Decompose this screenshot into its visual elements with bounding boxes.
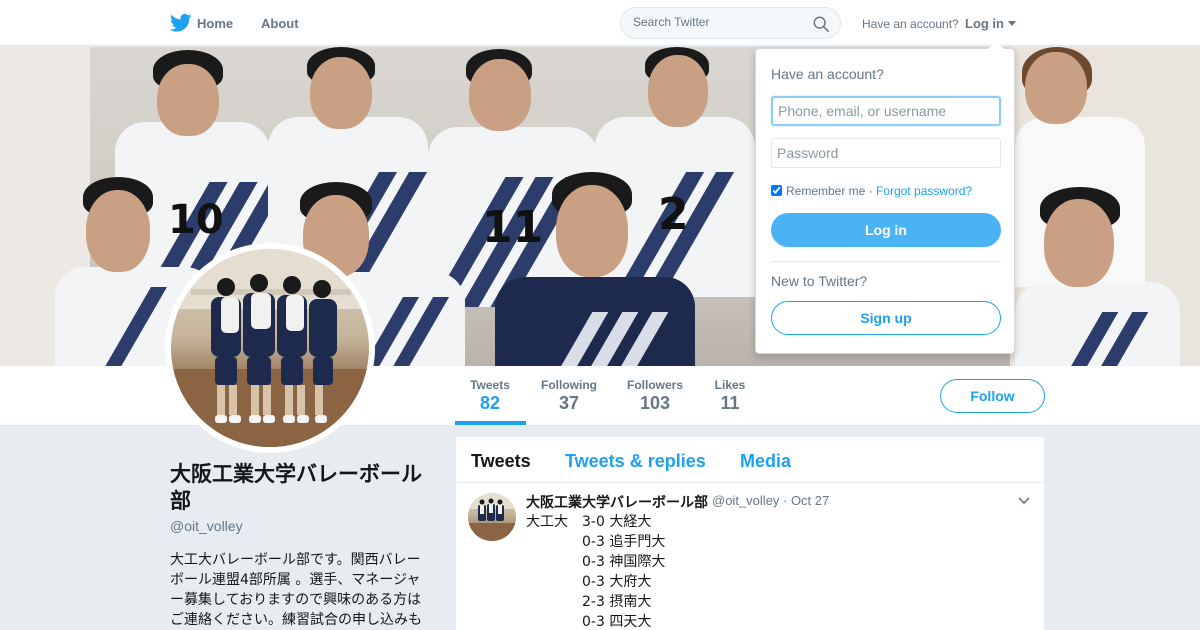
remember-me-label[interactable]: Remember me [786,184,865,198]
tweet-avatar-photo [468,493,516,541]
profile-avatar-frame [165,243,375,453]
tab-tweets-and-replies[interactable]: Tweets & replies [565,451,706,472]
new-to-twitter-text: New to Twitter? [771,273,868,289]
tweet-result: 0-3 追手門大 [582,534,666,550]
tweet-line: 0-3 追手門大 [526,532,665,552]
tweet[interactable]: 大阪工業大学バレーボール部 @oit_volley · Oct 27 大工大 3-… [456,484,1044,630]
tweet-avatar[interactable] [468,493,516,541]
search-icon[interactable] [812,15,830,33]
profile-avatar[interactable] [171,249,369,447]
stat-value: 82 [479,393,501,413]
tab-media[interactable]: Media [740,451,791,472]
search-input[interactable] [633,15,803,29]
caret-down-icon[interactable] [1008,21,1016,26]
stat-value: 103 [639,393,671,413]
follow-button[interactable]: Follow [940,379,1045,413]
tweet-line: 0-3 大府大 [526,572,665,592]
password-input[interactable] [771,138,1001,168]
stat-likes[interactable]: Likes 11 [706,378,754,414]
stat-tweets[interactable]: Tweets 82 [465,378,515,414]
active-tab-indicator [455,421,526,425]
stat-label: Likes [714,378,746,392]
tweet-result: 0-3 四天大 [582,614,652,630]
tweet-result: 0-3 神国際大 [582,554,666,570]
tweet-result: 3-0 大経大 [582,514,652,530]
forgot-password-link[interactable]: Forgot password? [876,184,972,198]
jersey-number: 2 [658,189,689,240]
tweet-line: 大工大 3-0 大経大 [526,512,665,532]
tweet-team: 大工大 [526,514,568,530]
tweet-line: 2-3 摂南大 [526,592,665,612]
jersey-number: 11 [482,202,544,253]
stat-value: 37 [558,393,580,413]
profile-name[interactable]: 大阪工業大学バレーボール部 [170,461,435,515]
username-input[interactable] [771,96,1001,126]
profile-handle[interactable]: @oit_volley [170,518,243,534]
login-link[interactable]: Log in [965,16,1004,31]
tweet-handle-date[interactable]: @oit_volley · Oct 27 [712,493,829,508]
dropdown-arrow [988,41,1004,49]
tweet-author-name[interactable]: 大阪工業大学バレーボール部 [526,492,708,512]
jersey-number: 10 [168,197,224,243]
stat-followers[interactable]: Followers 103 [622,378,688,414]
stat-value: 11 [720,393,740,413]
nav-about-link[interactable]: About [261,16,299,31]
have-account-text: Have an account? [862,17,959,31]
tweet-text: 大工大 3-0 大経大 0-3 追手門大 0-3 神国際大 0-3 大府大 2-3… [526,512,665,630]
twitter-bird-icon[interactable] [170,13,192,33]
nav-home-link[interactable]: Home [197,16,233,31]
separator-dot: · [865,184,877,198]
timeline-tabs: Tweets Tweets & replies Media [456,437,1044,483]
remember-me-checkbox[interactable] [771,185,782,196]
login-button[interactable]: Log in [771,213,1001,247]
stat-label: Tweets [470,378,510,392]
avatar-photo [171,249,369,447]
chevron-down-icon[interactable] [1018,497,1030,505]
divider [771,261,1001,262]
top-nav: Home About Have an account? Log in [0,0,1200,46]
tweet-line: 0-3 四天大 [526,612,665,630]
tweet-result: 2-3 摂南大 [582,594,652,610]
timeline: Tweets Tweets & replies Media 大阪工業大学バレーボ… [456,437,1044,630]
login-dropdown: Have an account? Remember me · Forgot pa… [755,41,1015,354]
remember-me-row: Remember me · Forgot password? [771,184,972,198]
signup-button[interactable]: Sign up [771,301,1001,335]
tab-tweets[interactable]: Tweets [471,451,531,472]
tweet-result: 0-3 大府大 [582,574,652,590]
tweet-line: 0-3 神国際大 [526,552,665,572]
search-box [620,7,841,39]
stat-following[interactable]: Following 37 [536,378,602,414]
profile-bio: 大工大バレーボール部です。関西バレーボール連盟4部所属 。選手、マネージャー募集… [170,552,422,628]
stat-label: Following [541,378,597,392]
stat-label: Followers [626,378,683,392]
dropdown-title: Have an account? [771,66,884,82]
